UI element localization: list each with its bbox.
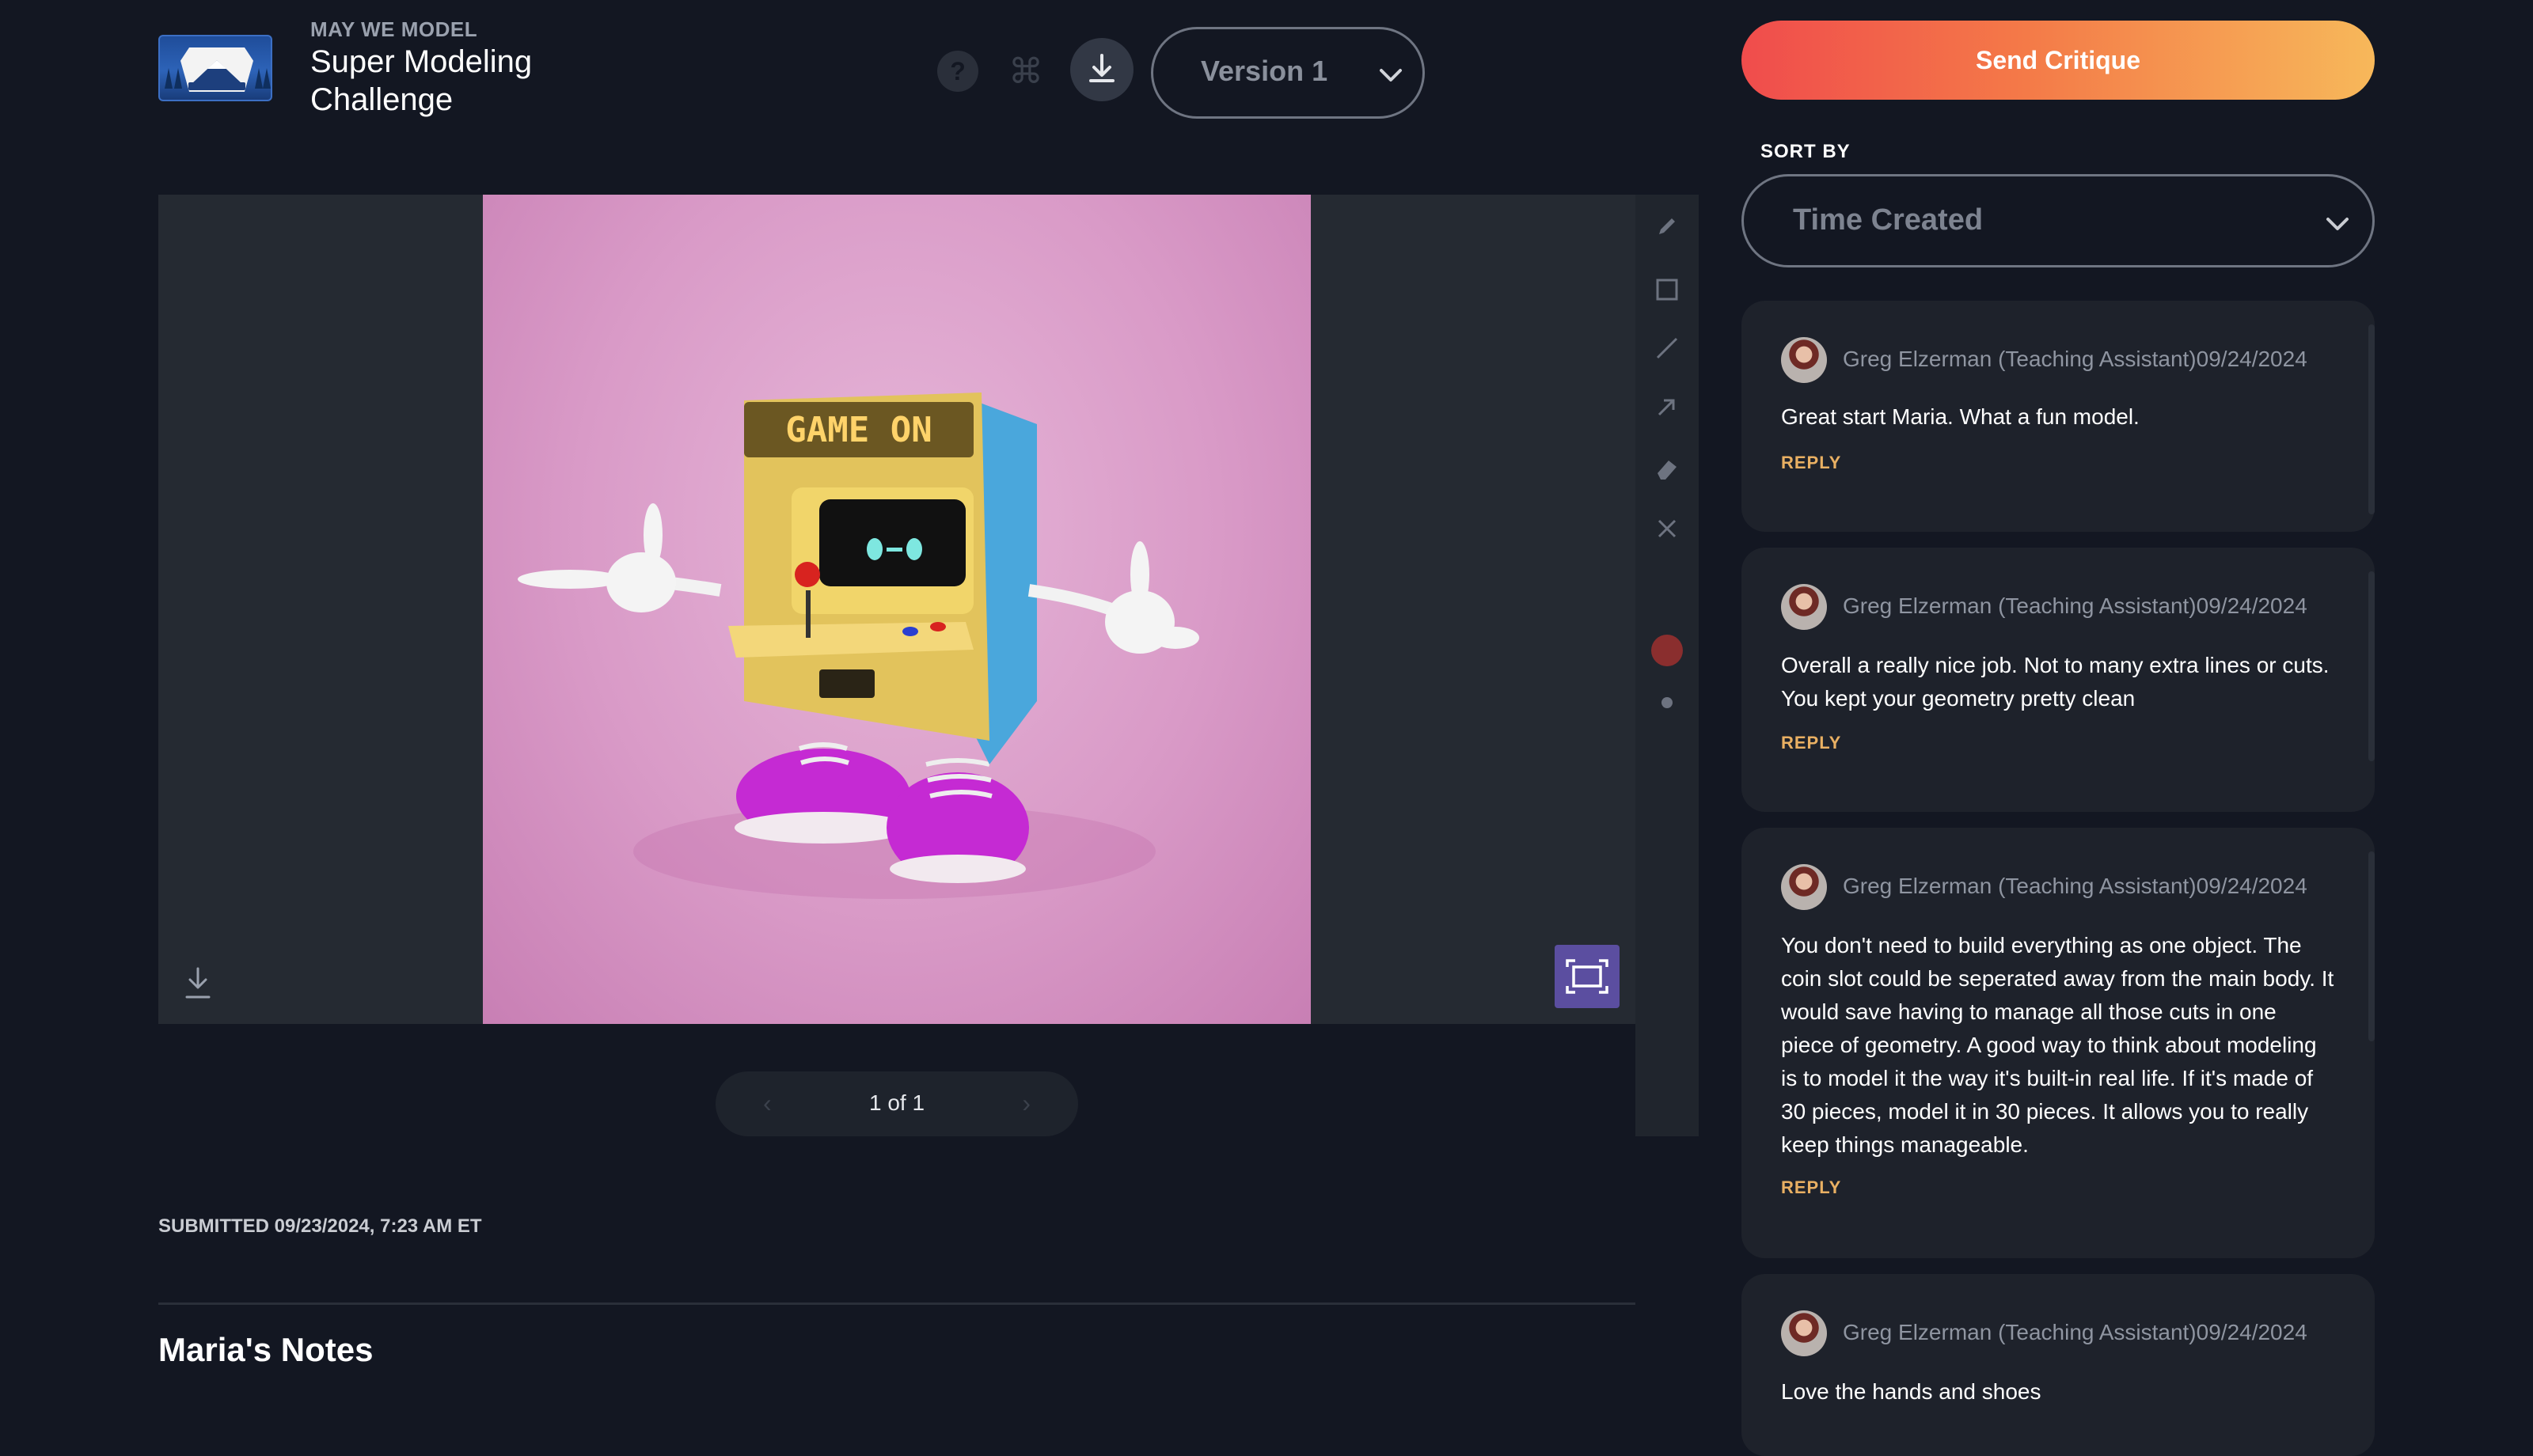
- reply-link[interactable]: REPLY: [1781, 453, 1841, 473]
- comment-author: Greg Elzerman (Teaching Assistant)09/24/…: [1843, 347, 2307, 371]
- download-icon: [1089, 54, 1115, 82]
- chevron-down-icon: [1380, 69, 1402, 82]
- avatar: [1781, 864, 1827, 910]
- send-critique-button[interactable]: Send Critique: [1741, 21, 2375, 100]
- fit-screen-icon: [1566, 959, 1608, 994]
- marquee-text: GAME ON: [785, 410, 932, 450]
- scrollbar[interactable]: [2368, 324, 2375, 514]
- comment-card: Greg Elzerman (Teaching Assistant)09/24/…: [1741, 548, 2375, 812]
- section-divider: [158, 1302, 1635, 1305]
- comment-author: Greg Elzerman (Teaching Assistant)09/24/…: [1843, 1320, 2307, 1344]
- image-pager: ‹ 1 of 1 ›: [716, 1071, 1078, 1136]
- submission-image[interactable]: GAME ON: [483, 195, 1311, 1024]
- comment-text: Great start Maria. What a fun model.: [1781, 404, 2140, 429]
- comment-author: Greg Elzerman (Teaching Assistant)09/24/…: [1843, 874, 2307, 898]
- reply-link[interactable]: REPLY: [1781, 1177, 1841, 1198]
- comment-card: Greg Elzerman (Teaching Assistant)09/24/…: [1741, 828, 2375, 1258]
- annotation-toolbar: [1635, 195, 1699, 1136]
- sort-select[interactable]: Time Created: [1741, 174, 2375, 267]
- pen-icon[interactable]: [1651, 210, 1683, 242]
- scrollbar[interactable]: [2368, 571, 2375, 761]
- comment-text: Love the hands and shoes: [1781, 1379, 2041, 1404]
- sort-value: Time Created: [1793, 203, 1984, 237]
- reply-link[interactable]: REPLY: [1781, 733, 1841, 753]
- page-title: Super Modeling Challenge: [310, 44, 533, 117]
- challenge-logo[interactable]: [158, 35, 272, 101]
- arcade-character-illustration: GAME ON: [518, 392, 1199, 899]
- comment-card: Greg Elzerman (Teaching Assistant)09/24/…: [1741, 301, 2375, 532]
- scrollbar[interactable]: [2368, 851, 2375, 1041]
- version-select[interactable]: Version 1: [1151, 27, 1425, 119]
- download-button[interactable]: [1070, 38, 1134, 101]
- comment-text: You don't need to build everything as on…: [1781, 933, 2334, 1157]
- avatar: [1781, 337, 1827, 383]
- image-download-button[interactable]: [182, 965, 214, 1004]
- color-picker-swatch[interactable]: [1651, 635, 1683, 666]
- comment-author: Greg Elzerman (Teaching Assistant)09/24/…: [1843, 593, 2307, 618]
- avatar: [1781, 584, 1827, 630]
- arrow-icon[interactable]: [1651, 391, 1683, 423]
- submitted-timestamp: SUBMITTED 09/23/2024, 7:23 AM ET: [158, 1215, 482, 1237]
- chevron-down-icon: [2326, 218, 2349, 230]
- next-image-button[interactable]: ›: [1022, 1089, 1031, 1118]
- brush-size-dot[interactable]: [1661, 697, 1673, 708]
- comment-text: Overall a really nice job. Not to many e…: [1781, 653, 2330, 711]
- help-icon[interactable]: ?: [937, 51, 978, 92]
- course-name: MAY WE MODEL: [310, 17, 478, 41]
- eraser-icon[interactable]: [1651, 453, 1683, 484]
- avatar: [1781, 1310, 1827, 1356]
- clear-icon[interactable]: [1651, 513, 1683, 544]
- sort-by-label: SORT BY: [1760, 141, 1851, 162]
- download-icon: [185, 967, 211, 999]
- fit-to-screen-button[interactable]: [1555, 945, 1620, 1008]
- notes-heading: Maria's Notes: [158, 1331, 374, 1368]
- comment-card: Greg Elzerman (Teaching Assistant)09/24/…: [1741, 1274, 2375, 1456]
- keyboard-shortcuts-icon[interactable]: ⌘: [1005, 51, 1046, 92]
- rectangle-icon[interactable]: [1651, 274, 1683, 305]
- line-icon[interactable]: [1651, 332, 1683, 364]
- version-label: Version 1: [1201, 55, 1328, 87]
